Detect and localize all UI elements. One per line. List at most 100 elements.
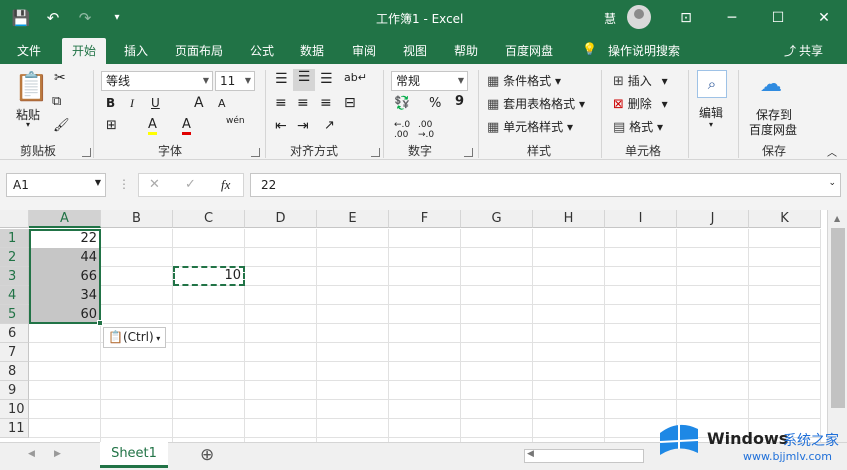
font-name-combo[interactable]: 等线 ▼ bbox=[101, 71, 213, 91]
expand-formula-icon[interactable]: ⌄ bbox=[828, 178, 836, 188]
scroll-up-icon[interactable]: ▲ bbox=[834, 214, 840, 223]
scroll-left-icon[interactable]: ◀ bbox=[527, 449, 534, 459]
number-format-combo[interactable]: 常规 ▼ bbox=[391, 71, 468, 91]
tab-file[interactable]: 文件 bbox=[17, 42, 41, 59]
column-header-g[interactable]: G bbox=[461, 210, 533, 228]
insert-cells-button[interactable]: ⊞ 插入 ▾ bbox=[613, 72, 668, 89]
tab-help[interactable]: 帮助 bbox=[454, 42, 478, 59]
scroll-thumb[interactable] bbox=[831, 228, 845, 408]
collapse-ribbon-icon[interactable]: ︿ bbox=[827, 144, 837, 159]
shrink-font-button[interactable]: A bbox=[218, 97, 226, 110]
user-name[interactable]: 慧 bbox=[604, 10, 616, 27]
column-header-a[interactable]: A bbox=[29, 210, 101, 228]
enter-icon[interactable]: ✓ bbox=[185, 177, 196, 192]
avatar[interactable] bbox=[627, 5, 651, 29]
copy-icon[interactable]: ⧉ bbox=[52, 94, 61, 109]
close-button[interactable]: ✕ bbox=[812, 6, 836, 30]
cell-a2[interactable]: 44 bbox=[29, 248, 101, 267]
undo-icon[interactable]: ↶ bbox=[42, 7, 64, 29]
row-header-10[interactable]: 10 bbox=[0, 400, 29, 419]
ribbon-display-options-icon[interactable]: ⊡ bbox=[674, 6, 698, 30]
font-size-combo[interactable]: 11 ▼ bbox=[215, 71, 255, 91]
redo-icon[interactable]: ↷ bbox=[74, 7, 96, 29]
bold-button[interactable]: B bbox=[106, 96, 115, 110]
font-color-button[interactable]: A bbox=[182, 118, 191, 135]
sheet-tab-sheet1[interactable]: Sheet1 bbox=[100, 442, 168, 468]
font-launcher-icon[interactable] bbox=[251, 148, 260, 157]
align-top-icon[interactable]: ☰ bbox=[275, 71, 288, 87]
paste-options-button[interactable]: 📋(Ctrl) ▾ bbox=[103, 327, 166, 348]
accounting-format-icon[interactable]: 💱 bbox=[394, 96, 410, 111]
comma-style-button[interactable]: 9 bbox=[455, 94, 464, 109]
customize-qat-icon[interactable]: ▾ bbox=[106, 7, 128, 29]
tab-formulas[interactable]: 公式 bbox=[250, 42, 274, 59]
tab-view[interactable]: 视图 bbox=[403, 42, 427, 59]
column-header-k[interactable]: K bbox=[749, 210, 821, 228]
prev-sheet-icon[interactable]: ◀ bbox=[28, 449, 35, 459]
cell-a4[interactable]: 34 bbox=[29, 286, 101, 305]
chevron-down-icon[interactable]: ▾ bbox=[709, 120, 713, 129]
tab-baidu-netdisk[interactable]: 百度网盘 bbox=[505, 42, 553, 59]
column-header-c[interactable]: C bbox=[173, 210, 245, 228]
grow-font-button[interactable]: A bbox=[194, 95, 204, 111]
select-all-corner[interactable] bbox=[0, 210, 29, 228]
increase-indent-icon[interactable]: ⇥ bbox=[297, 118, 309, 134]
tab-data[interactable]: 数据 bbox=[300, 42, 324, 59]
vertical-scrollbar[interactable]: ▲ bbox=[827, 210, 847, 442]
tab-home[interactable]: 开始 bbox=[62, 38, 107, 64]
save-icon[interactable]: 💾 bbox=[10, 7, 32, 29]
paste-icon[interactable]: 📋 bbox=[14, 72, 49, 102]
wrap-text-icon[interactable]: ab↵ bbox=[344, 71, 367, 84]
row-header-6[interactable]: 6 bbox=[0, 324, 29, 343]
column-header-b[interactable]: B bbox=[101, 210, 173, 228]
column-header-j[interactable]: J bbox=[677, 210, 749, 228]
maximize-button[interactable]: ☐ bbox=[766, 6, 790, 30]
paste-dropdown-icon[interactable]: ▾ bbox=[26, 120, 30, 129]
formula-input[interactable]: 22 ⌄ bbox=[250, 173, 841, 197]
name-box[interactable]: A1 ▼ bbox=[6, 173, 106, 197]
align-bottom-icon[interactable]: ☰ bbox=[320, 71, 333, 87]
align-middle-icon[interactable]: ☰ bbox=[293, 69, 315, 91]
clipboard-launcher-icon[interactable] bbox=[82, 148, 91, 157]
minimize-button[interactable]: ─ bbox=[720, 6, 744, 30]
share-button[interactable]: 共享 bbox=[799, 42, 823, 59]
orientation-icon[interactable]: ↗ bbox=[324, 118, 335, 133]
cell-a1[interactable]: 22 bbox=[29, 229, 101, 248]
row-header-4[interactable]: 4 bbox=[0, 286, 29, 305]
cancel-icon[interactable]: ✕ bbox=[149, 177, 160, 192]
row-header-2[interactable]: 2 bbox=[0, 248, 29, 267]
row-header-9[interactable]: 9 bbox=[0, 381, 29, 400]
row-header-11[interactable]: 11 bbox=[0, 419, 29, 438]
italic-button[interactable]: I bbox=[130, 96, 134, 111]
cell-c3[interactable]: 10 bbox=[173, 266, 245, 286]
row-header-1[interactable]: 1 bbox=[0, 229, 29, 248]
alignment-launcher-icon[interactable] bbox=[371, 148, 380, 157]
align-right-icon[interactable]: ≡ bbox=[320, 95, 332, 111]
format-as-table-button[interactable]: ▦ 套用表格格式 ▾ bbox=[487, 95, 585, 112]
merge-center-icon[interactable]: ⊟ bbox=[344, 95, 356, 111]
baidu-netdisk-icon[interactable]: ☁ bbox=[760, 72, 782, 97]
cut-icon[interactable]: ✂ bbox=[54, 70, 66, 86]
row-header-7[interactable]: 7 bbox=[0, 343, 29, 362]
horizontal-scrollbar[interactable] bbox=[524, 449, 644, 463]
underline-button[interactable]: U bbox=[151, 96, 160, 110]
align-center-icon[interactable]: ≡ bbox=[297, 95, 309, 111]
search-icon[interactable]: ⌕ bbox=[697, 70, 727, 98]
insert-function-icon[interactable]: fx bbox=[221, 177, 230, 193]
add-sheet-icon[interactable]: ⊕ bbox=[200, 445, 214, 465]
conditional-formatting-button[interactable]: ▦ 条件格式 ▾ bbox=[487, 72, 561, 89]
fill-color-button[interactable]: A bbox=[148, 118, 157, 135]
format-cells-button[interactable]: ▤ 格式 ▾ bbox=[613, 118, 663, 135]
share-icon[interactable]: ⤴ bbox=[784, 42, 796, 59]
column-header-d[interactable]: D bbox=[245, 210, 317, 228]
tell-me-search[interactable]: 操作说明搜索 bbox=[608, 42, 680, 59]
cell-a5[interactable]: 60 bbox=[29, 305, 101, 324]
column-header-f[interactable]: F bbox=[389, 210, 461, 228]
column-header-i[interactable]: I bbox=[605, 210, 677, 228]
row-header-3[interactable]: 3 bbox=[0, 267, 29, 286]
number-launcher-icon[interactable] bbox=[464, 148, 473, 157]
align-left-icon[interactable]: ≡ bbox=[275, 95, 287, 111]
increase-decimal-icon[interactable]: ←.0.00 bbox=[394, 120, 410, 140]
editing-button[interactable]: 编辑 bbox=[699, 104, 723, 121]
tab-insert[interactable]: 插入 bbox=[124, 42, 148, 59]
